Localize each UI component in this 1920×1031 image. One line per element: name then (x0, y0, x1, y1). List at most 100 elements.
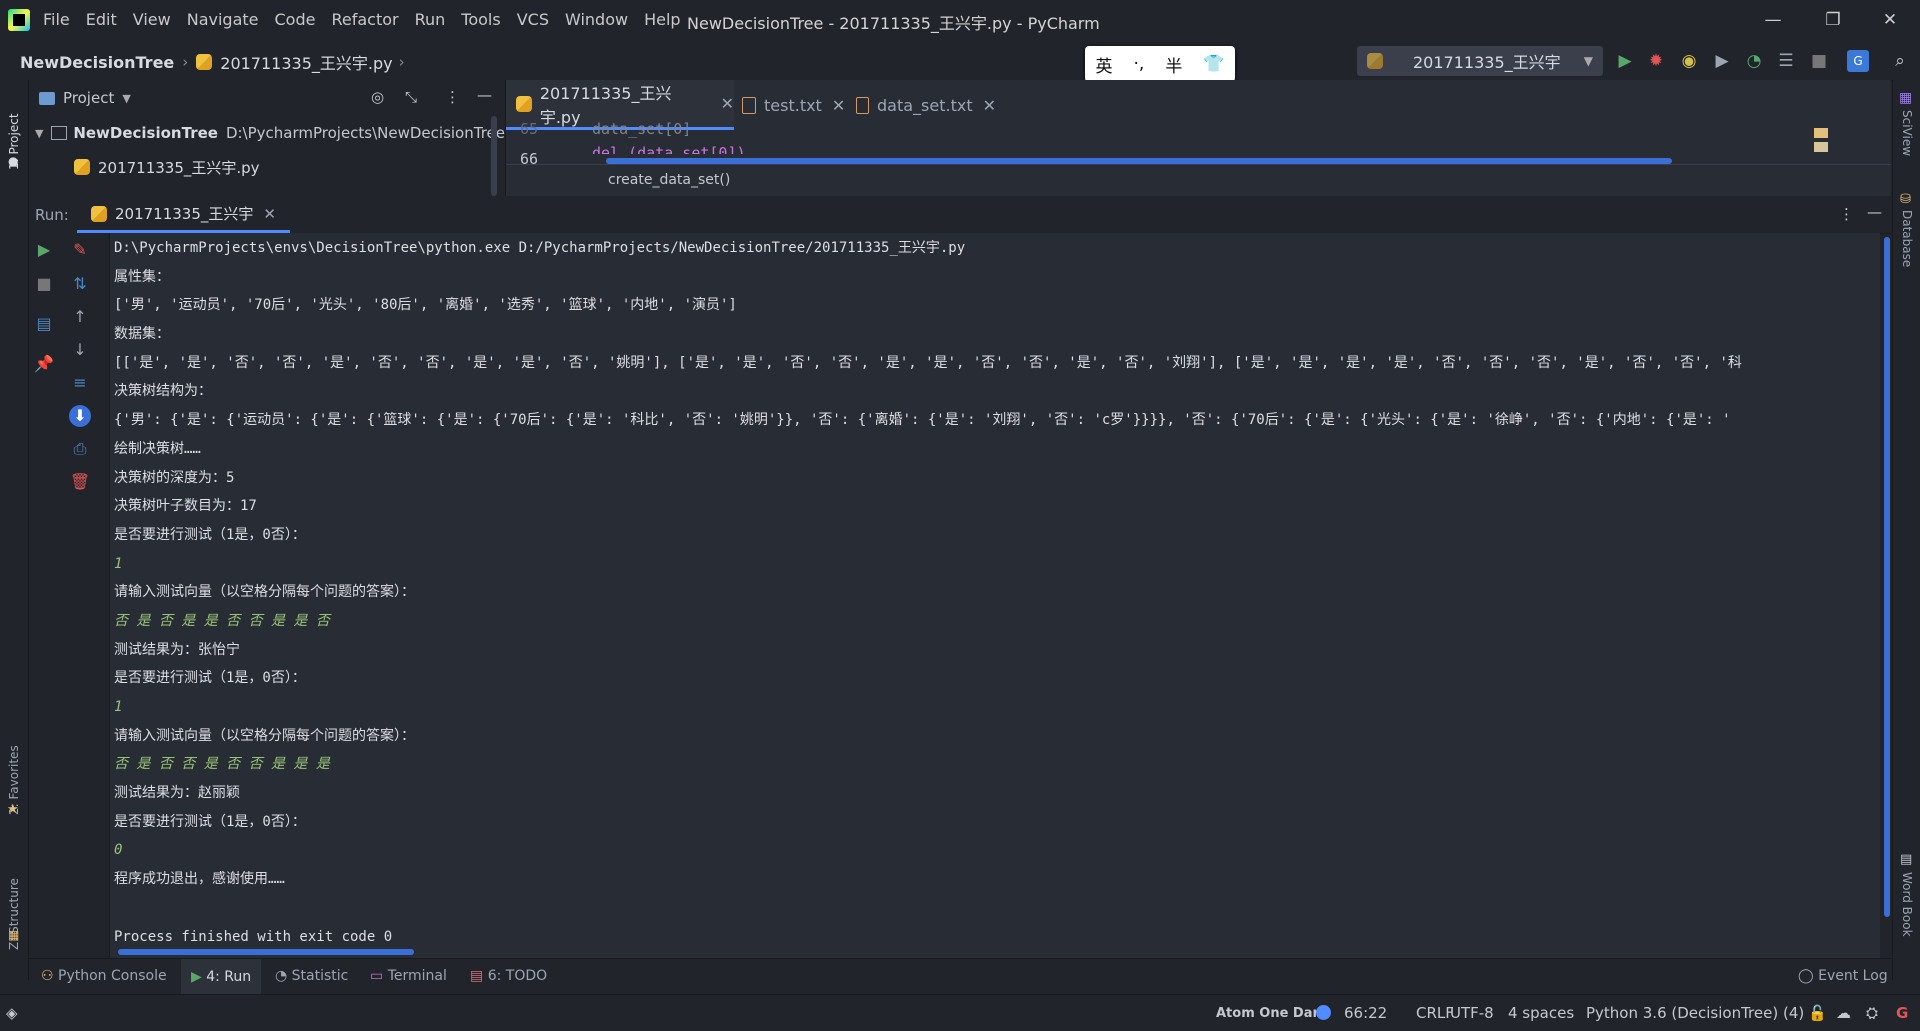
menu-edit[interactable]: Edit (86, 10, 117, 29)
console-line: D:\PycharmProjects\envs\DecisionTree\pyt… (114, 240, 966, 256)
caret-position[interactable]: 66:22 (1344, 1004, 1387, 1022)
menu-help[interactable]: Help (644, 10, 680, 29)
close-tab-icon[interactable]: ✕ (983, 96, 996, 115)
close-tab-icon[interactable]: ✕ (263, 205, 276, 223)
statistic-tab[interactable]: ◔ Statistic (275, 968, 348, 984)
line-separator[interactable]: CRLF (1416, 1004, 1454, 1022)
close-tab-icon[interactable]: ✕ (721, 94, 734, 113)
pin-tab-icon[interactable]: 📌 (33, 353, 55, 375)
run-with-coverage-icon[interactable]: ◉ (1678, 50, 1700, 72)
menu-file[interactable]: File (43, 10, 70, 29)
up-arrow-icon[interactable]: ↑ (69, 306, 91, 328)
locate-icon[interactable]: ◎ (371, 88, 384, 106)
breadcrumb-project[interactable]: NewDecisionTree (20, 53, 174, 72)
down-arrow-icon[interactable]: ↓ (69, 339, 91, 361)
sort-icon[interactable]: ⇅ (69, 273, 91, 295)
right-tool-stripe: ▦ SciView ⛁ Database ▤ Word Book (1892, 80, 1920, 980)
run-configuration-label: 201711335_王兴宇 (1413, 53, 1561, 72)
console-output[interactable]: D:\PycharmProjects\envs\DecisionTree\pyt… (110, 233, 1880, 958)
lock-icon[interactable]: 🔓 (1808, 1004, 1827, 1022)
python-console-tab[interactable]: ⚇ Python Console (41, 968, 167, 984)
ime-skin-icon[interactable]: 👕 (1203, 54, 1224, 74)
sciview-tool-tab[interactable]: SciView (1900, 110, 1914, 170)
project-view-select[interactable]: Project (63, 89, 114, 107)
chevron-down-icon[interactable]: ▼ (35, 127, 43, 140)
more-options-icon[interactable]: ⋮ (445, 88, 460, 106)
menu-tools[interactable]: Tools (461, 10, 500, 29)
run-icon[interactable]: ▶ (1614, 50, 1636, 72)
tab-data-set-txt[interactable]: data_set.txt ✕ (848, 80, 996, 130)
trash-icon[interactable]: 🗑 (69, 471, 91, 493)
text-file-icon (742, 96, 756, 114)
chevron-right-icon: › (398, 53, 405, 71)
tab-test-txt[interactable]: test.txt ✕ (734, 80, 852, 130)
stop-icon[interactable]: ■ (33, 273, 55, 295)
close-button[interactable]: ✕ (1870, 6, 1910, 34)
menu-refactor[interactable]: Refactor (331, 10, 398, 29)
ime-punctuation[interactable]: ·, (1134, 54, 1145, 74)
run-tab[interactable]: 201711335_王兴宇 ✕ (77, 197, 290, 233)
concurrency-icon[interactable]: ◔ (1743, 50, 1765, 72)
build-icon[interactable]: ☰ (1775, 50, 1797, 72)
restore-button[interactable]: ❐ (1813, 6, 1853, 34)
menu-bar: File Edit View Navigate Code Refactor Ru… (43, 10, 697, 29)
clear-icon[interactable]: ✎ (69, 239, 91, 261)
theme-name[interactable]: Atom One Dark (1216, 1006, 1328, 1021)
indent-setting[interactable]: 4 spaces (1508, 1004, 1574, 1022)
run-label: Run: (35, 206, 69, 224)
word-book-tool-tab[interactable]: Word Book (1900, 872, 1914, 952)
chevron-down-icon[interactable]: ▼ (122, 92, 130, 105)
inspections-icon[interactable]: ☁ (1836, 1004, 1851, 1022)
stop-icon[interactable]: ■ (1808, 50, 1830, 72)
menu-view[interactable]: View (133, 10, 171, 29)
event-log-tab[interactable]: ◯ Event Log (1798, 968, 1888, 984)
profile-icon[interactable]: ▶ (1711, 50, 1733, 72)
run-tool-tab[interactable]: ▶ 4: Run (181, 959, 262, 995)
rerun-icon[interactable]: ▶ (33, 239, 55, 261)
terminal-icon: ▭ (370, 968, 384, 984)
restore-layout-icon[interactable]: ▤ (33, 313, 55, 335)
collapse-all-icon[interactable]: ⤡ (405, 88, 417, 106)
debug-icon[interactable]: ✹ (1645, 50, 1667, 72)
menu-window[interactable]: Window (565, 10, 628, 29)
theme-badge-icon (1316, 1005, 1331, 1020)
translate-icon[interactable]: G (1847, 50, 1869, 72)
minimize-button[interactable]: — (1753, 6, 1793, 34)
code-view[interactable]: 65 66 data_set[0] del (data_set[0]) crea… (506, 120, 1891, 196)
menu-navigate[interactable]: Navigate (187, 10, 259, 29)
console-line: 否 是 否 否 是 否 否 是 是 是 (114, 756, 330, 773)
soft-wrap-icon[interactable]: ≡ (69, 372, 91, 394)
layers-icon[interactable]: ◈ (6, 1004, 18, 1022)
todo-label: 6: TODO (487, 968, 548, 984)
breadcrumb-file[interactable]: 201711335_王兴宇.py (220, 50, 392, 74)
tree-root-item[interactable]: ▼ NewDecisionTree D:\PycharmProjects\New… (29, 116, 505, 150)
console-horizontal-scrollbar[interactable] (118, 949, 414, 955)
editor-breadcrumb[interactable]: create_data_set() (608, 172, 730, 188)
database-tool-tab[interactable]: Database (1900, 210, 1914, 280)
print-icon[interactable]: ⎙ (69, 438, 91, 460)
tree-file-item[interactable]: 201711335_王兴宇.py (29, 150, 505, 184)
hide-panel-icon[interactable]: — (1867, 203, 1882, 221)
file-encoding[interactable]: UTF-8 (1450, 1004, 1494, 1022)
run-configuration-select[interactable]: 201711335_王兴宇 ▼ (1357, 46, 1603, 76)
interpreter[interactable]: Python 3.6 (DecisionTree) (4) (1586, 1004, 1804, 1022)
more-options-icon[interactable]: ⋮ (1839, 205, 1854, 223)
project-scrollbar[interactable] (491, 116, 497, 196)
scroll-to-end-icon[interactable]: ⬇ (69, 405, 91, 427)
menu-run[interactable]: Run (415, 10, 446, 29)
ime-toolbar[interactable]: 英 ·, 半 👕 (1085, 46, 1235, 82)
todo-tab[interactable]: ▤ 6: TODO (470, 968, 547, 984)
hide-panel-icon[interactable]: — (477, 86, 492, 104)
menu-vcs[interactable]: VCS (517, 10, 549, 29)
menu-code[interactable]: Code (275, 10, 316, 29)
memory-icon[interactable]: ⛭ (1866, 1004, 1878, 1022)
console-line: 1 (114, 699, 123, 715)
search-icon[interactable]: ⌕ (1889, 50, 1911, 72)
google-icon[interactable]: G (1896, 1004, 1908, 1022)
terminal-tab[interactable]: ▭ Terminal (370, 968, 447, 984)
favorites-tool-tab[interactable]: 2: Favorites (7, 720, 21, 815)
console-vertical-scrollbar[interactable] (1884, 237, 1890, 917)
ime-width[interactable]: 半 (1165, 52, 1182, 77)
ime-language[interactable]: 英 (1096, 52, 1113, 77)
close-tab-icon[interactable]: ✕ (832, 96, 845, 115)
